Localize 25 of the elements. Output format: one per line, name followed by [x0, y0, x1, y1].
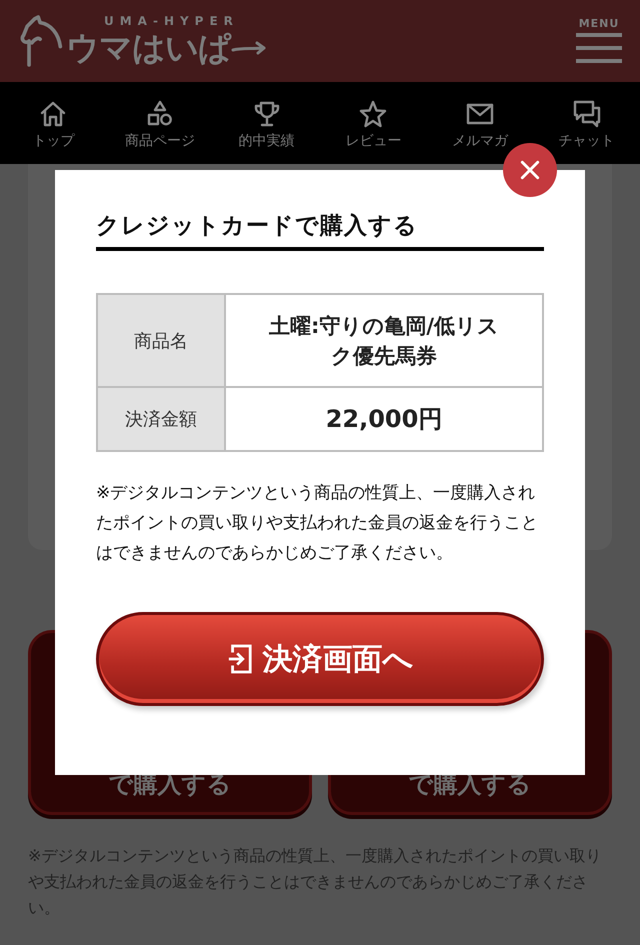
star-icon — [359, 100, 388, 128]
close-icon — [519, 159, 541, 181]
shapes-icon — [146, 100, 174, 128]
trophy-icon — [252, 100, 281, 128]
nav-item[interactable]: メルマガ — [426, 82, 534, 164]
menu-button[interactable]: MENU — [576, 17, 622, 65]
login-icon — [226, 643, 252, 675]
arrow-icon — [231, 40, 267, 56]
nav-item[interactable]: レビュー — [320, 82, 427, 164]
nav-item[interactable]: トップ — [0, 82, 107, 164]
table-header-cell: 商品名 — [97, 294, 225, 387]
nav-item[interactable]: 的中実績 — [213, 82, 320, 164]
checkout-button[interactable]: 決済画面へ — [96, 612, 544, 706]
table-cell: 土曜:守りの亀岡/低リスク優先馬券 — [225, 294, 543, 387]
nav-item[interactable]: チャット — [533, 82, 640, 164]
notice-text: ※デジタルコンテンツという商品の性質上、一度購入されたポイントの買い取りや支払われた金員の返金を行うことはできませんのであらかじめご了承ください。 — [96, 482, 539, 565]
modal-title: クレジットカードで購入する — [96, 210, 544, 251]
nav-item[interactable]: 商品ページ — [106, 82, 214, 164]
table-header-cell: 決済金額 — [97, 387, 225, 451]
horse-icon — [18, 14, 64, 68]
logo-tagline: UMA-HYPER — [104, 14, 239, 28]
chat-icon — [572, 100, 601, 128]
logo-text: ウマはいぱ — [66, 28, 231, 68]
home-icon — [39, 100, 68, 128]
table-cell: 22,000円 — [225, 387, 543, 451]
